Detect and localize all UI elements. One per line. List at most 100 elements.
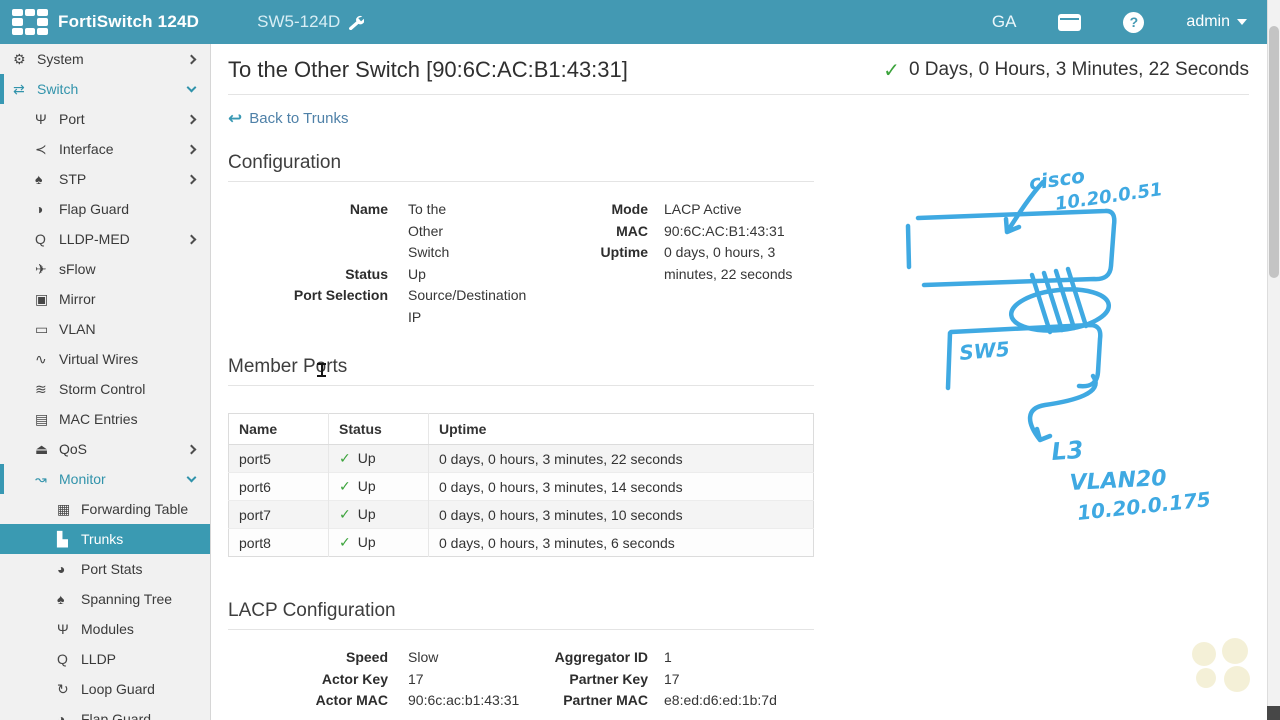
sidebar-item-loop-guard[interactable]: ↻ Loop Guard — [0, 674, 210, 704]
main-content: To the Other Switch [90:6C:AC:B1:43:31] … — [212, 44, 1267, 720]
gear-icon: ⚙ — [13, 50, 26, 67]
sidebar-item-forwarding-table[interactable]: ▦ Forwarding Table — [0, 494, 210, 524]
sidebar-item-spanning-tree[interactable]: ♠ Spanning Tree — [0, 584, 210, 614]
caret-down-icon — [1237, 19, 1247, 25]
scrollbar-corner — [1267, 706, 1280, 720]
member-ports-table: Name Status Uptime port5 ✓ Up 0 days, 0 h… — [228, 413, 814, 557]
check-icon: ✓ — [339, 534, 351, 550]
lacp-fields: Speed Slow Actor Key 17 Actor MAC 90:6c:… — [228, 647, 814, 712]
table-row: port5 ✓ Up 0 days, 0 hours, 3 minutes, 22… — [228, 444, 814, 473]
tree-icon: ♠ — [57, 591, 65, 607]
loop-arrow-icon: ↻ — [57, 680, 69, 697]
wire-icon: ∿ — [35, 350, 47, 367]
sidebar: ⚙ System ⇄ Switch Ψ Port ≺ Interface ♠ S… — [0, 44, 211, 720]
eject-icon: ⏏ — [35, 440, 49, 457]
sidebar-item-sflow[interactable]: ✈ sFlow — [0, 254, 210, 284]
back-link-label: Back to Trunks — [249, 110, 349, 127]
page-header: To the Other Switch [90:6C:AC:B1:43:31] … — [228, 57, 1249, 83]
sidebar-item-modules[interactable]: Ψ Modules — [0, 614, 210, 644]
sidebar-item-system[interactable]: ⚙ System — [0, 44, 210, 74]
column-header-status: Status — [328, 413, 429, 445]
sidebar-item-virtual-wires[interactable]: ∿ Virtual Wires — [0, 344, 210, 374]
chevron-down-icon — [186, 82, 197, 93]
divider — [228, 629, 814, 630]
sidebar-item-mac-entries[interactable]: ▤ MAC Entries — [0, 404, 210, 434]
fortinet-logo-icon — [12, 8, 48, 36]
admin-menu[interactable]: admin — [1186, 13, 1247, 31]
device-label: SW5-124D — [257, 12, 341, 31]
chart-line-icon: ↝ — [35, 470, 47, 487]
sidebar-item-lldp[interactable]: Q LLDP — [0, 644, 210, 674]
divider — [228, 181, 814, 182]
ga-label[interactable]: GA — [992, 12, 1017, 32]
check-icon: ✓ — [339, 506, 351, 522]
column-header-uptime: Uptime — [428, 413, 814, 445]
field-partner-key: Partner Key 17 — [569, 670, 680, 687]
divider — [228, 385, 814, 386]
lacp-heading: LACP Configuration — [228, 600, 396, 621]
sidebar-item-port[interactable]: Ψ Port — [0, 104, 210, 134]
chevron-right-icon — [186, 444, 197, 454]
sidebar-item-stp[interactable]: ♠ STP — [0, 164, 210, 194]
help-icon[interactable]: ? — [1123, 11, 1145, 33]
check-icon: ✓ — [339, 478, 351, 494]
wrench-icon[interactable] — [348, 14, 365, 30]
sidebar-item-mirror[interactable]: ▣ Mirror — [0, 284, 210, 314]
scrollbar-track[interactable] — [1267, 0, 1280, 720]
sidebar-item-flap-guard[interactable]: ◑ Flap Guard — [0, 194, 210, 224]
magnifier-icon: Q — [57, 651, 68, 667]
check-icon: ✓ — [883, 59, 900, 82]
chevron-right-icon — [186, 144, 197, 154]
tree-icon: ♠ — [35, 171, 43, 187]
configuration-heading: Configuration — [228, 152, 342, 173]
share-icon: ≺ — [35, 140, 47, 157]
trunk-chart-icon: ▙ — [57, 530, 68, 547]
watermark-dots — [1192, 638, 1254, 692]
brand-label: FortiSwitch 124D — [58, 12, 200, 31]
field-port-selection: Port Selection Source/Destination IP — [293, 287, 527, 325]
sidebar-item-qos[interactable]: ⏏ QoS — [0, 434, 210, 464]
toggle-icon: ◑ — [35, 201, 44, 217]
window-icon[interactable] — [1058, 13, 1082, 31]
table-row: port6 ✓ Up 0 days, 0 hours, 3 minutes, 14… — [228, 472, 814, 501]
trunk-uptime-status: ✓ 0 Days, 0 Hours, 3 Minutes, 22 Seconds — [883, 58, 1249, 83]
sidebar-item-port-stats[interactable]: ◕ Port Stats — [0, 554, 210, 584]
uptime-text: 0 Days, 0 Hours, 3 Minutes, 22 Seconds — [908, 59, 1249, 80]
sidebar-item-lldp-med[interactable]: Q LLDP-MED — [0, 224, 210, 254]
chevron-right-icon — [186, 54, 197, 64]
back-to-trunks-link[interactable]: ↩ Back to Trunks — [228, 110, 1249, 127]
chevron-down-icon — [186, 472, 197, 483]
chevron-right-icon — [186, 234, 197, 244]
plug-icon: Ψ — [57, 621, 69, 637]
back-icon: ↩ — [228, 109, 243, 128]
admin-label: admin — [1186, 13, 1230, 30]
chevron-right-icon — [186, 174, 197, 184]
clipboard-icon: ▤ — [35, 410, 49, 427]
table-header-row: Name Status Uptime — [228, 413, 814, 445]
plug-icon: Ψ — [35, 111, 47, 127]
column-header-name: Name — [228, 413, 329, 445]
topbar: FortiSwitch 124D SW5-124D GA ? admin — [0, 0, 1267, 44]
page-title: To the Other Switch [90:6C:AC:B1:43:31] — [228, 57, 628, 82]
sidebar-item-flap-guard-monitor[interactable]: ◑ Flap Guard — [0, 704, 210, 720]
sidebar-item-interface[interactable]: ≺ Interface — [0, 134, 210, 164]
magnifier-icon: Q — [35, 231, 46, 247]
table-row: port7 ✓ Up 0 days, 0 hours, 3 minutes, 10… — [228, 500, 814, 529]
sidebar-item-monitor[interactable]: ↝ Monitor — [0, 464, 210, 494]
storm-icon: ≋ — [35, 380, 47, 397]
chevron-right-icon — [186, 114, 197, 124]
sidebar-item-storm-control[interactable]: ≋ Storm Control — [0, 374, 210, 404]
sidebar-item-trunks[interactable]: ▙ Trunks — [0, 524, 210, 554]
sidebar-item-vlan[interactable]: ▭ VLAN — [0, 314, 210, 344]
table-row: port8 ✓ Up 0 days, 0 hours, 3 minutes, 6 … — [228, 528, 814, 557]
divider — [228, 94, 1249, 95]
device-name[interactable]: SW5-124D — [257, 12, 365, 32]
sidebar-item-switch[interactable]: ⇄ Switch — [0, 74, 210, 104]
toggle-icon: ◑ — [57, 711, 66, 720]
table-icon: ▦ — [57, 500, 71, 517]
scrollbar-thumb[interactable] — [1269, 26, 1279, 278]
paper-plane-icon: ✈ — [35, 260, 47, 277]
field-mode: Mode LACP Active — [611, 201, 742, 217]
field-partner-mac: Partner MAC e8:ed:d6:ed:1b:7d — [563, 692, 777, 708]
field-aggregator-id: Aggregator ID 1 — [554, 649, 672, 665]
